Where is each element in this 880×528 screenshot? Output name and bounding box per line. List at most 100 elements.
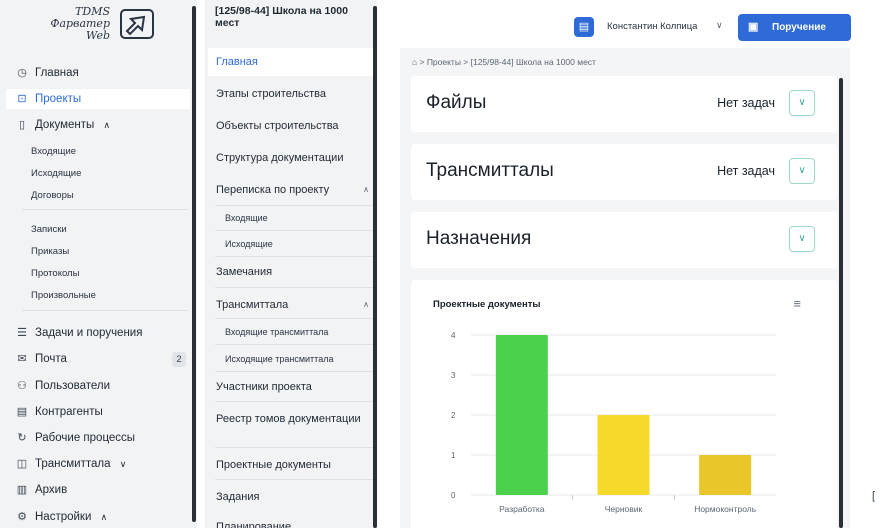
card-title: Файлы	[426, 92, 487, 113]
clock-icon: ◷	[17, 67, 27, 79]
nav-sub-custom[interactable]: Произвольные	[31, 289, 96, 303]
project-documents-chart-card: Проектные документы ≡ 0 1 2 3 4 Разработка Чер…	[411, 280, 837, 528]
nav-sub-notes[interactable]: Записки	[31, 223, 67, 237]
menu-sub-outgoing[interactable]: Исходящие	[225, 238, 273, 250]
x-tick-label: Черновик	[605, 504, 643, 514]
nav-sub-outgoing[interactable]: Исходящие	[31, 167, 81, 181]
logo-text: TDMS Фарватер Web	[50, 6, 110, 42]
menu-item-project-documents[interactable]: Проектные документы	[208, 458, 373, 472]
nav-item-archive[interactable]: ▥ Архив	[6, 480, 190, 500]
transmittal-icon: ◫	[16, 458, 28, 470]
nav-sub-contracts[interactable]: Договоры	[31, 189, 74, 203]
workflow-icon: ↻	[17, 432, 27, 444]
menu-sub-incoming[interactable]: Входящие	[225, 212, 268, 224]
sidebar-scrollbar[interactable]	[192, 6, 196, 522]
menu-item-participants[interactable]: Участники проекта	[208, 380, 373, 394]
y-tick-label: 0	[451, 491, 456, 500]
y-tick-label: 4	[451, 331, 456, 340]
nav-sub-incoming[interactable]: Входящие	[31, 145, 76, 159]
logo-line-3: Web	[86, 29, 110, 42]
order-button[interactable]: ▣ Поручение	[738, 14, 851, 41]
nav-item-label: Трансмиттала	[35, 458, 111, 470]
menu-item-main[interactable]: Главная	[208, 48, 373, 76]
nav-item-tasks[interactable]: ☰ Задачи и поручения	[6, 323, 190, 343]
chevron-up-icon: ∧	[363, 185, 369, 194]
nav-sub-protocols[interactable]: Протоколы	[31, 267, 79, 281]
chevron-down-icon[interactable]: ∨	[789, 158, 815, 184]
bar	[699, 455, 752, 495]
content-scrollbar[interactable]	[839, 78, 843, 528]
chevron-down-icon[interactable]: ∨	[716, 20, 723, 31]
menu-item-correspondence[interactable]: Переписка по проекту ∧	[208, 183, 373, 197]
project-title: [125/98-44] Школа на 1000 мест	[215, 5, 348, 29]
menu-item-planning[interactable]: Планирование	[208, 520, 373, 528]
menu-divider	[215, 344, 373, 345]
x-tick-label: Разработка	[499, 504, 545, 514]
y-tick-label: 1	[451, 451, 456, 460]
nav-item-label: Пользователи	[35, 380, 111, 392]
breadcrumb[interactable]: ⌂ > Проекты > [125/98-44] Школа на 1000 …	[412, 57, 596, 67]
nav-item-label: Главная	[35, 67, 79, 79]
menu-sub-outgoing-transmittals[interactable]: Исходящие трансмиттала	[225, 353, 333, 365]
mail-count-badge: 2	[172, 352, 186, 367]
hamburger-menu-icon[interactable]: ≡	[793, 296, 801, 311]
user-menu[interactable]: Константин Колпица	[607, 21, 697, 32]
menu-scrollbar[interactable]	[373, 6, 377, 528]
content-area: ⌂ > Проекты > [125/98-44] Школа на 1000 …	[400, 48, 850, 528]
menu-divider	[215, 401, 373, 402]
card-title: Трансмитталы	[426, 160, 554, 181]
chevron-down-icon[interactable]: ∨	[789, 90, 815, 116]
menu-item-remarks[interactable]: Замечания	[208, 265, 373, 279]
menu-item-volume-register[interactable]: Реестр томов документации	[208, 412, 373, 426]
menu-item-stages[interactable]: Этапы строительства	[208, 87, 373, 101]
mail-icon: ✉	[17, 353, 27, 365]
archive-icon: ▥	[16, 484, 28, 496]
edge-bracket-icon: [	[872, 490, 876, 502]
chat-icon[interactable]: ▤	[574, 17, 594, 37]
menu-divider	[215, 479, 373, 480]
card-status: Нет задач	[717, 164, 775, 178]
nav-sub-orders[interactable]: Приказы	[31, 245, 69, 259]
chevron-down-icon: ∨	[119, 459, 127, 469]
nav-item-label: Почта	[35, 353, 67, 365]
nav-item-label: Рабочие процессы	[35, 432, 136, 444]
menu-item-doc-structure[interactable]: Структура документации	[208, 151, 373, 165]
menu-item-assignments[interactable]: Задания	[208, 490, 373, 504]
files-card: Файлы Нет задач ∨	[411, 76, 837, 132]
nav-item-settings[interactable]: ⚙ Настройки ∧	[6, 507, 190, 527]
nav-divider	[22, 310, 188, 311]
chevron-up-icon: ∧	[103, 120, 111, 130]
chart-title: Проектные документы	[433, 299, 541, 310]
menu-item-objects[interactable]: Объекты строительства	[208, 119, 373, 133]
menu-sub-incoming-transmittals[interactable]: Входящие трансмиттала	[225, 326, 328, 338]
nav-item-workflows[interactable]: ↻ Рабочие процессы	[6, 428, 190, 448]
nav-item-projects[interactable]: ⊡ Проекты	[6, 89, 190, 109]
menu-divider	[215, 447, 373, 448]
nav-item-home[interactable]: ◷ Главная	[6, 63, 190, 83]
nav-item-contractors[interactable]: ▤ Контрагенты	[6, 402, 190, 422]
menu-divider	[215, 256, 373, 257]
nav-item-transmittals[interactable]: ◫ Трансмиттала ∨	[6, 454, 190, 474]
tasks-icon: ☰	[17, 327, 27, 339]
card-status: Нет задач	[717, 96, 775, 110]
nav-item-mail[interactable]: ✉ Почта	[6, 349, 190, 369]
nav-item-users[interactable]: ⚇ Пользователи	[6, 376, 190, 396]
menu-item-label: Переписка по проекту	[216, 184, 330, 196]
nav-item-label: Настройки	[35, 511, 92, 523]
menu-item-transmittals[interactable]: Трансмиттала ∧	[208, 298, 373, 312]
menu-divider	[215, 230, 373, 231]
order-button-label: Поручение	[772, 22, 826, 33]
nav-item-documents[interactable]: ▯ Документы ∧	[6, 115, 190, 135]
contractors-icon: ▤	[16, 406, 28, 418]
transmittals-card: Трансмитталы Нет задач ∨	[411, 144, 837, 200]
y-tick-label: 2	[451, 411, 456, 420]
main-sidebar: TDMS Фарватер Web ◷ Главная ⊡ Проекты ▯ Док…	[0, 0, 197, 528]
tdms-logo[interactable]: TDMS Фарватер Web	[48, 6, 158, 44]
chevron-up-icon: ∧	[100, 512, 108, 522]
nav-item-label: Документы	[35, 119, 95, 131]
bar	[597, 415, 650, 495]
clipboard-icon: ▣	[748, 21, 759, 33]
y-tick-label: 3	[451, 371, 456, 380]
chevron-down-icon[interactable]: ∨	[789, 226, 815, 252]
menu-divider	[215, 318, 373, 319]
